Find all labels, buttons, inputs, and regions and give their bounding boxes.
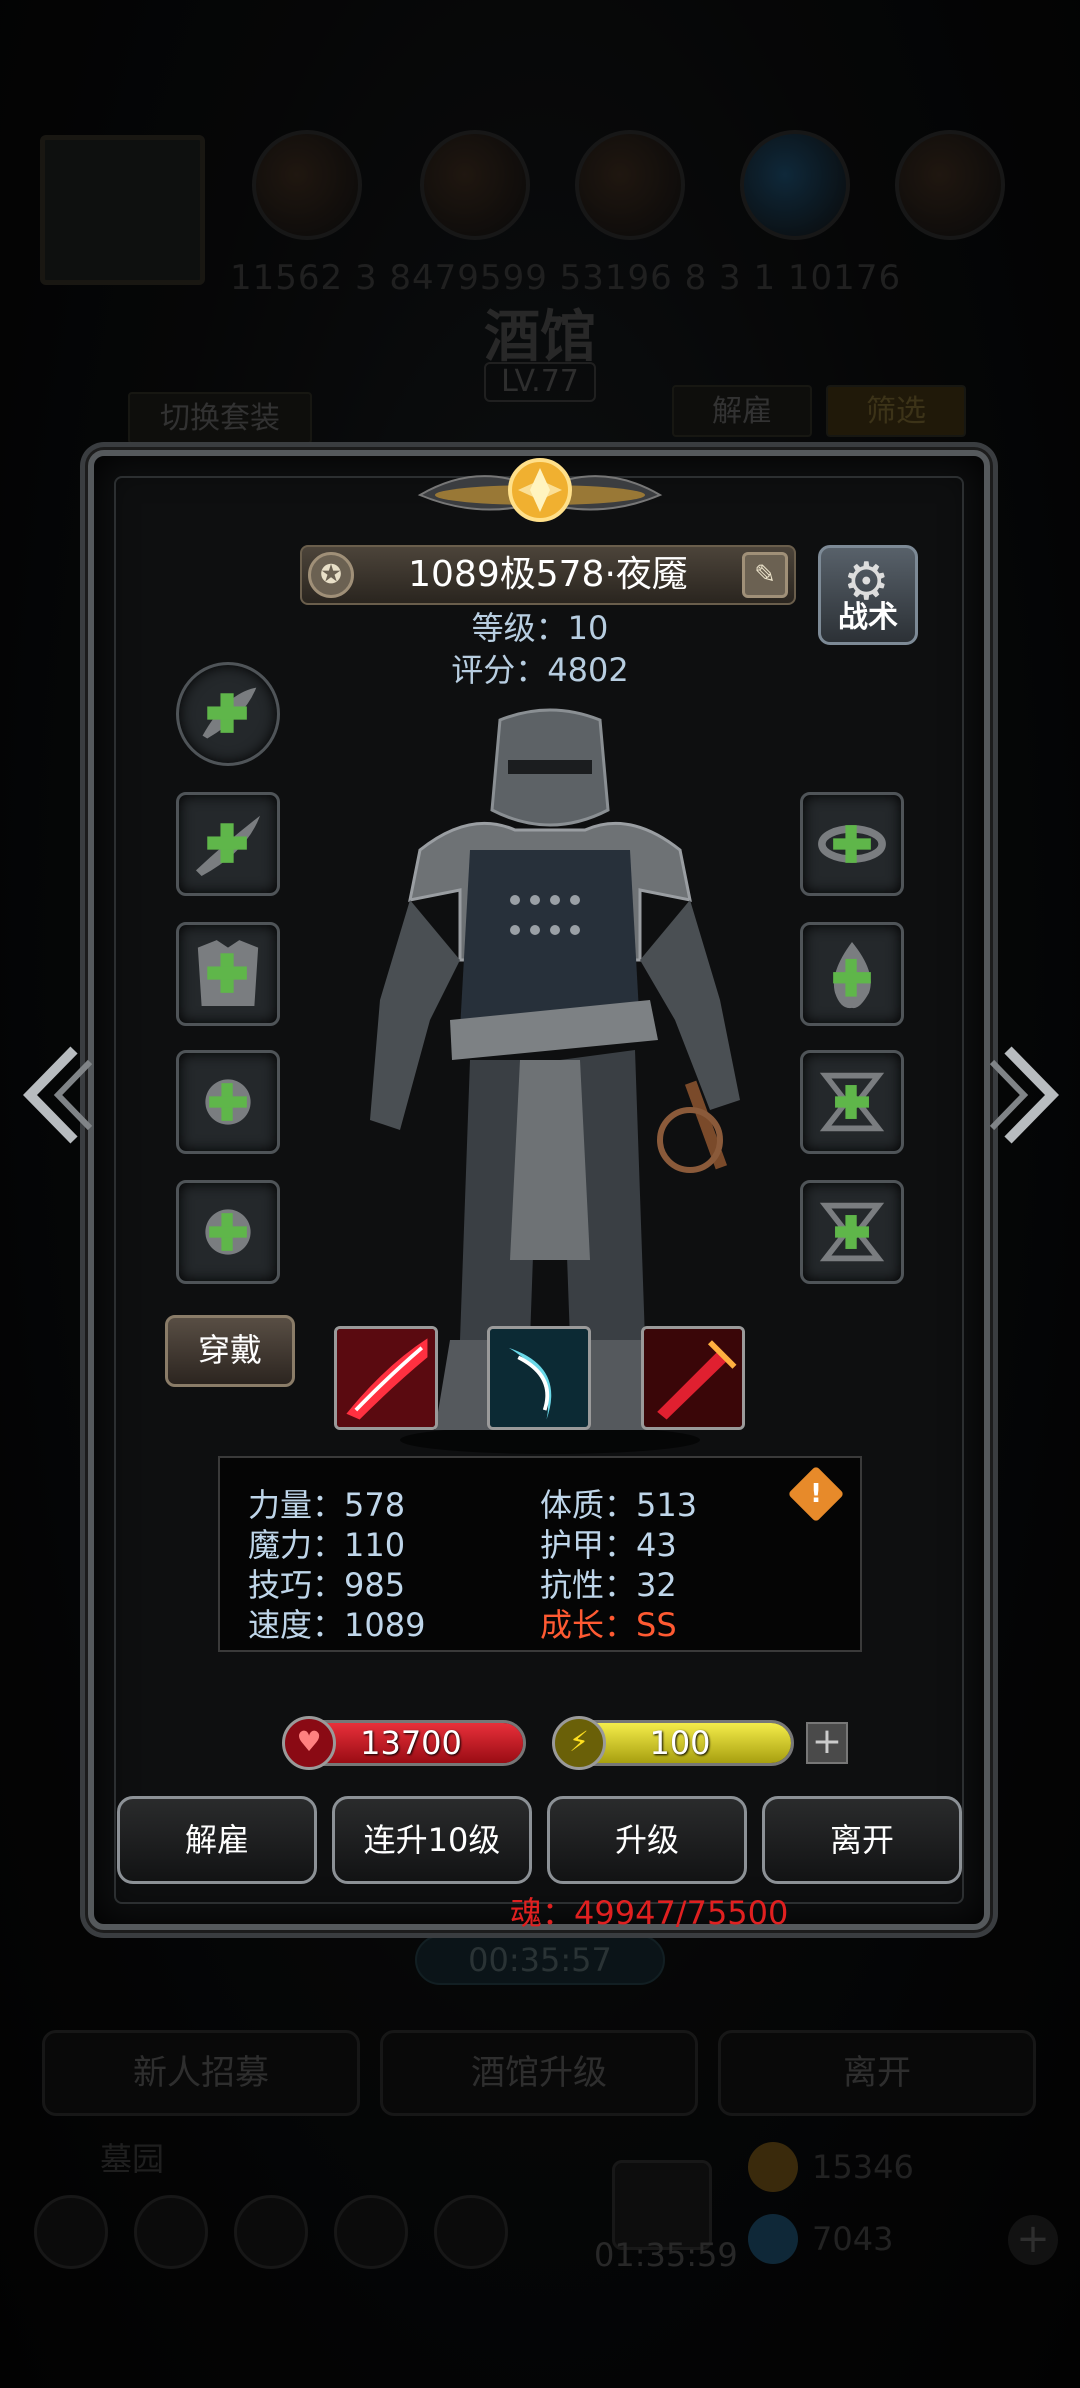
hero-level: 等级：10	[471, 609, 609, 647]
filter-button: 筛选	[826, 385, 966, 437]
ring-icon	[205, 1079, 251, 1125]
blade-icon	[195, 815, 261, 877]
skill-blade-red[interactable]	[641, 1326, 745, 1430]
add-energy-button[interactable]: +	[806, 1722, 848, 1764]
warning-mark: !	[810, 1479, 822, 1509]
gem-value: 7043	[812, 2220, 894, 2258]
equip-slot-ring-1[interactable]	[176, 1050, 280, 1154]
add-resource-icon: +	[1008, 2215, 1058, 2265]
resource-orb-2	[420, 130, 530, 240]
previous-hero-arrow-icon[interactable]	[14, 1040, 94, 1150]
stat-speed: 速度：1089	[248, 1606, 426, 1644]
dismiss-button[interactable]: 解雇	[117, 1796, 317, 1884]
crest-ornament-icon	[417, 458, 663, 522]
hero-name: 1089极578·夜魇	[408, 554, 688, 595]
tactics-button[interactable]: ⚙ 战术	[818, 545, 918, 645]
hero-name-plate: ✪ 1089极578·夜魇 ✎	[300, 545, 796, 605]
recruit-button: 新人招募	[42, 2030, 360, 2116]
skill-slash-cyan[interactable]	[487, 1326, 591, 1430]
equip-slot-flame[interactable]	[800, 922, 904, 1026]
flame-icon	[833, 941, 871, 1009]
red-blade-icon	[644, 1329, 742, 1427]
bg-leave-button: 离开	[718, 2030, 1036, 2116]
cyan-slash-icon	[490, 1329, 588, 1427]
bottom-nav-2	[134, 2195, 208, 2269]
gold-value: 15346	[812, 2148, 914, 2186]
equip-slot-weapon[interactable]	[176, 792, 280, 896]
bottom-nav-4	[334, 2195, 408, 2269]
level-up-10-button[interactable]: 连升10级	[332, 1796, 532, 1884]
player-avatar	[40, 135, 205, 285]
resource-orb-3	[575, 130, 685, 240]
tactics-label: 战术	[838, 600, 898, 635]
equip-slot-amulet[interactable]	[800, 792, 904, 896]
ring-icon	[205, 1209, 251, 1255]
equip-slot-rune-2[interactable]	[800, 1180, 904, 1284]
equip-slot-ring-2[interactable]	[176, 1180, 280, 1284]
equip-slot-feather[interactable]	[176, 662, 280, 766]
feather-icon	[202, 687, 257, 739]
wear-button[interactable]: 穿戴	[165, 1315, 295, 1387]
rune-icon	[819, 1072, 885, 1132]
amulet-icon	[818, 825, 886, 863]
red-slash-icon	[337, 1329, 435, 1427]
bottom-nav-1	[34, 2195, 108, 2269]
stat-growth: 成长：SS	[540, 1606, 677, 1644]
soul-progress: 魂：49947/75500	[510, 1894, 789, 1932]
armor-icon	[197, 940, 259, 1007]
tavern-title: 酒馆	[484, 304, 596, 370]
leave-button[interactable]: 离开	[762, 1796, 962, 1884]
bg-dismiss-button: 解雇	[672, 385, 812, 437]
resource-orb-1	[252, 130, 362, 240]
gold-coin-icon	[748, 2142, 798, 2192]
bottom-nav-5	[434, 2195, 508, 2269]
heart-icon: ♥	[282, 1716, 336, 1770]
hero-score: 评分：4802	[451, 651, 629, 689]
gem-icon	[748, 2214, 798, 2264]
bottom-nav-3	[234, 2195, 308, 2269]
switch-outfit-button: 切换套装	[128, 392, 312, 444]
edit-icon[interactable]: ✎	[742, 552, 788, 598]
tavern-level: LV.77	[484, 362, 596, 402]
resource-orb-4	[740, 130, 850, 240]
lightning-icon: ⚡	[552, 1716, 606, 1770]
equip-slot-armor[interactable]	[176, 922, 280, 1026]
cemetery-label: 墓园	[100, 2140, 165, 2178]
rune-icon	[819, 1202, 885, 1262]
resource-orb-5	[895, 130, 1005, 240]
equip-slot-rune-1[interactable]	[800, 1050, 904, 1154]
level-up-button[interactable]: 升级	[547, 1796, 747, 1884]
gift-timer: 01:35:59	[594, 2236, 738, 2274]
tavern-upgrade-button: 酒馆升级	[380, 2030, 698, 2116]
skill-slash-red[interactable]	[334, 1326, 438, 1430]
bg-timer: 00:35:57	[415, 1935, 665, 1985]
next-hero-arrow-icon[interactable]	[988, 1040, 1068, 1150]
